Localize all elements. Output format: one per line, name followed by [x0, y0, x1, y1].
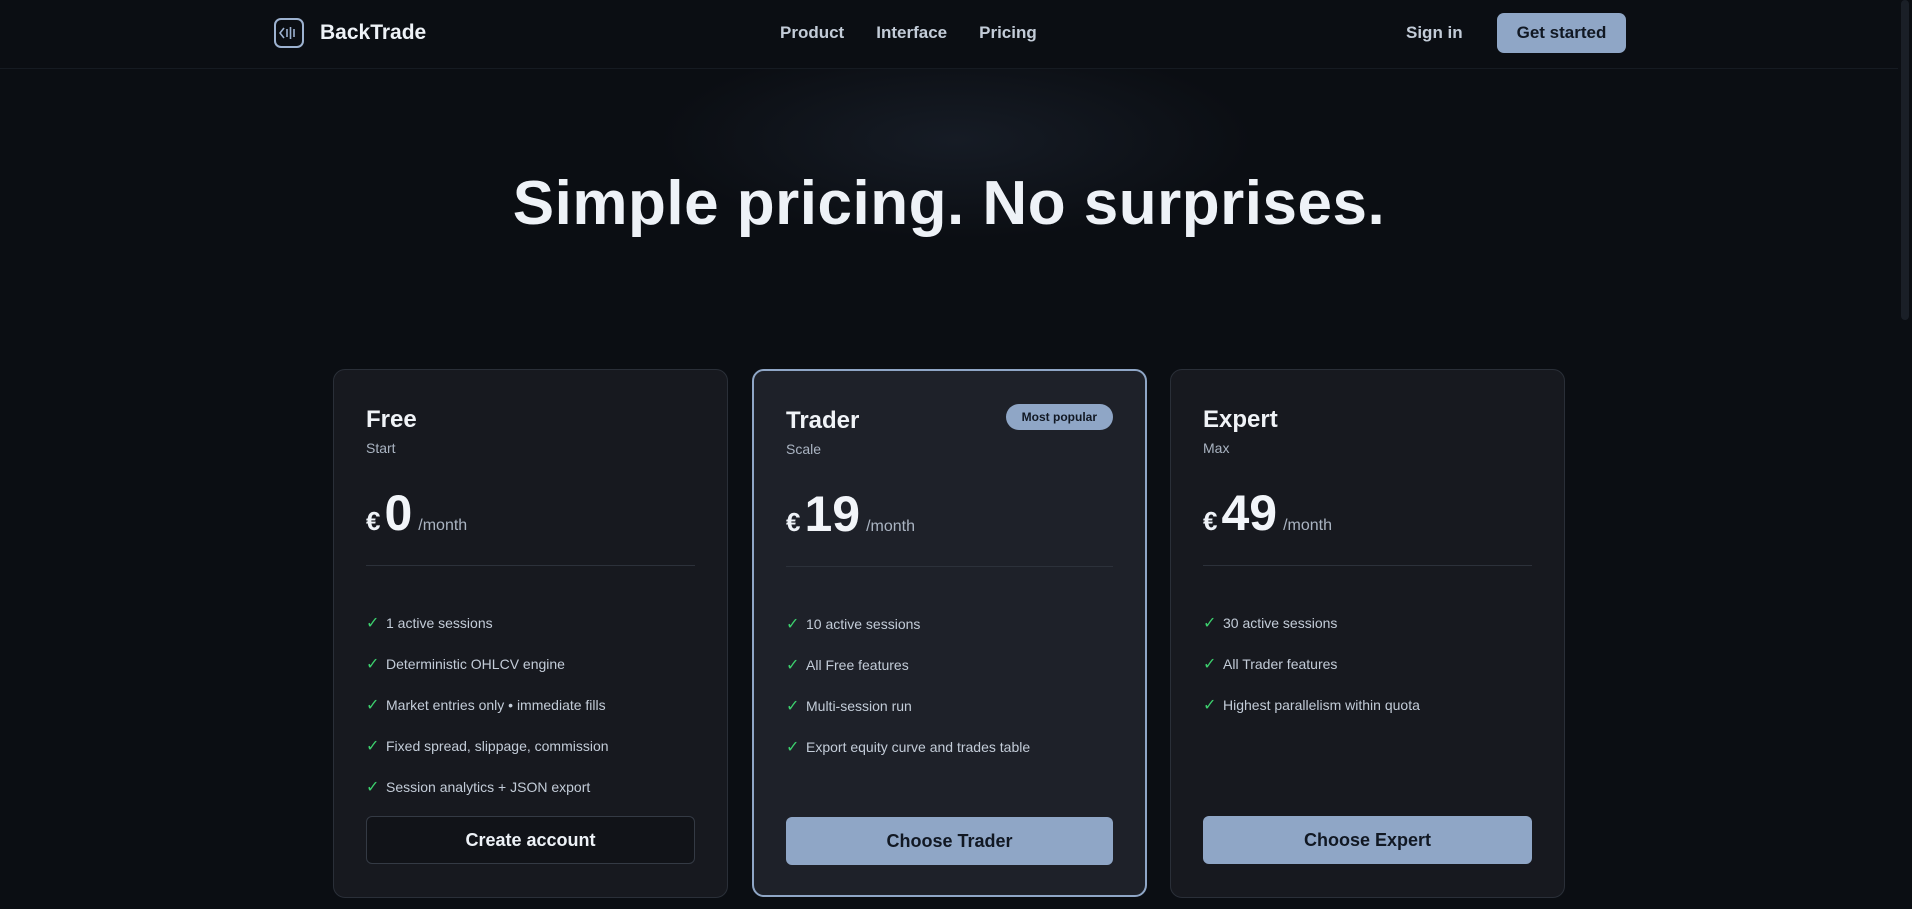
plan-price: € 19 /month [786, 485, 915, 543]
feature-text: All Trader features [1223, 655, 1338, 672]
brand-name: BackTrade [320, 21, 427, 44]
feature-item: ✓ Highest parallelism within quota [1203, 684, 1420, 725]
choose-expert-button[interactable]: Choose Expert [1203, 816, 1532, 864]
price-period: /month [418, 517, 468, 534]
checkmark-icon: ✓ [786, 697, 800, 715]
currency-symbol: € [1203, 506, 1218, 536]
feature-item: ✓ 30 active sessions [1203, 602, 1420, 643]
feature-item: ✓ All Free features [786, 644, 1030, 685]
checkmark-icon: ✓ [366, 655, 380, 673]
feature-list: ✓ 1 active sessions ✓ Deterministic OHLCV … [366, 602, 609, 807]
checkmark-icon: ✓ [366, 614, 380, 632]
checkmark-icon: ✓ [786, 738, 800, 756]
currency-symbol: € [366, 506, 381, 536]
divider [366, 565, 695, 566]
feature-text: Highest parallelism within quota [1223, 696, 1420, 713]
plan-price: € 49 /month [1203, 484, 1332, 542]
nav-link-product[interactable]: Product [780, 23, 844, 43]
checkmark-icon: ✓ [1203, 696, 1217, 714]
most-popular-badge: Most popular [1005, 404, 1113, 430]
feature-text: Multi-session run [806, 697, 912, 714]
checkmark-icon: ✓ [786, 615, 800, 633]
feature-item: ✓ Export equity curve and trades table [786, 726, 1030, 767]
checkmark-icon: ✓ [786, 656, 800, 674]
feature-item: ✓ Market entries only • immediate fills [366, 684, 609, 725]
plan-card-trader: Trader Most popular Scale € 19 /month ✓ 1… [752, 369, 1147, 897]
feature-text: All Free features [806, 656, 909, 673]
price-amount: 0 [384, 485, 413, 541]
feature-item: ✓ 1 active sessions [366, 602, 609, 643]
nav-links: Product Interface Pricing [780, 23, 1037, 43]
price-period: /month [1283, 517, 1333, 534]
divider [786, 566, 1113, 567]
feature-text: 1 active sessions [386, 614, 493, 631]
feature-list: ✓ 30 active sessions ✓ All Trader features… [1203, 602, 1420, 725]
feature-list: ✓ 10 active sessions ✓ All Free features ✓… [786, 603, 1030, 767]
scrollbar-thumb[interactable] [1901, 0, 1909, 320]
price-period: /month [866, 518, 916, 535]
nav-link-pricing[interactable]: Pricing [979, 23, 1037, 43]
currency-symbol: € [786, 507, 801, 537]
feature-text: Fixed spread, slippage, commission [386, 737, 609, 754]
plan-tagline: Start [366, 440, 396, 456]
plan-name: Free [366, 406, 417, 433]
plan-name: Expert [1203, 406, 1278, 433]
choose-trader-button[interactable]: Choose Trader [786, 817, 1113, 865]
feature-text: Market entries only • immediate fills [386, 696, 606, 713]
top-navbar: BackTrade Product Interface Pricing Sign… [0, 0, 1912, 69]
page-scrollbar[interactable] [1898, 0, 1912, 909]
divider [1203, 565, 1532, 566]
backtrade-logo-icon [274, 18, 304, 48]
checkmark-icon: ✓ [1203, 614, 1217, 632]
checkmark-icon: ✓ [366, 778, 380, 796]
sign-in-link[interactable]: Sign in [1406, 23, 1463, 43]
feature-text: 30 active sessions [1223, 614, 1338, 631]
feature-item: ✓ 10 active sessions [786, 603, 1030, 644]
get-started-button[interactable]: Get started [1497, 13, 1626, 53]
checkmark-icon: ✓ [1203, 655, 1217, 673]
nav-link-interface[interactable]: Interface [876, 23, 947, 43]
create-account-button[interactable]: Create account [366, 816, 695, 864]
feature-text: Deterministic OHLCV engine [386, 655, 565, 672]
plan-price: € 0 /month [366, 484, 467, 542]
feature-text: Export equity curve and trades table [806, 738, 1031, 755]
checkmark-icon: ✓ [366, 737, 380, 755]
feature-item: ✓ All Trader features [1203, 643, 1420, 684]
checkmark-icon: ✓ [366, 696, 380, 714]
plan-tagline: Max [1203, 440, 1230, 456]
feature-item: ✓ Deterministic OHLCV engine [366, 643, 609, 684]
price-amount: 19 [804, 486, 861, 542]
feature-text: Session analytics + JSON export [386, 778, 591, 795]
plan-card-free: Free Start € 0 /month ✓ 1 active sessions… [333, 369, 728, 898]
page-headline: Simple pricing. No surprises. [512, 169, 1386, 238]
feature-text: 10 active sessions [806, 615, 921, 632]
plan-name: Trader [786, 407, 860, 434]
price-amount: 49 [1221, 485, 1278, 541]
feature-item: ✓ Fixed spread, slippage, commission [366, 725, 609, 766]
feature-item: ✓ Session analytics + JSON export [366, 766, 609, 807]
brand[interactable]: BackTrade [274, 18, 426, 48]
feature-item: ✓ Multi-session run [786, 685, 1030, 726]
plan-tagline: Scale [786, 441, 822, 457]
plan-card-expert: Expert Max € 49 /month ✓ 30 active sessio… [1170, 369, 1565, 898]
